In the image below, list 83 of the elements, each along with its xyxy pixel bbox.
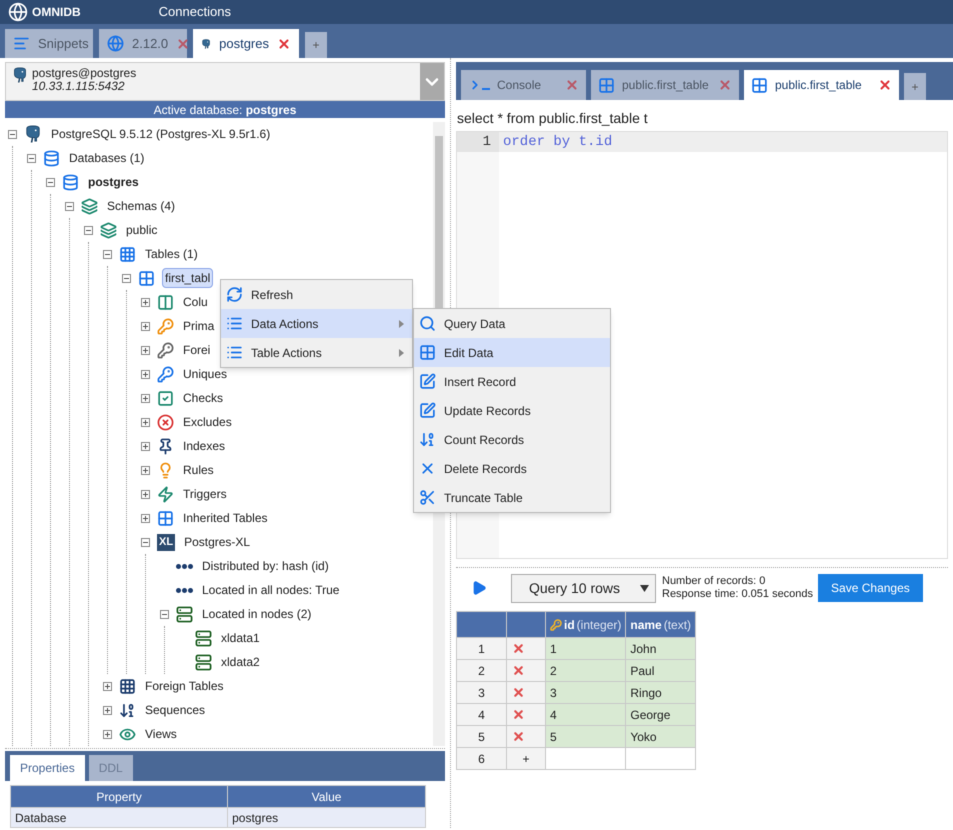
tree-item[interactable]: Foreign Tables (143, 677, 226, 695)
add-tab-button[interactable]: + (904, 73, 926, 100)
menu-item[interactable]: Table Actions (221, 338, 412, 367)
table-cell[interactable]: Yoko (626, 726, 696, 748)
response-time: Response time: 0.051 seconds (662, 588, 814, 601)
tree-item[interactable]: first_tabl (162, 268, 214, 288)
tree-item[interactable]: Rules (181, 461, 216, 479)
column-type: (text) (664, 616, 692, 634)
tab-label: Snippets (38, 34, 89, 53)
column-name: id (564, 616, 575, 634)
tree-item[interactable]: Prima (181, 317, 216, 335)
table-cell[interactable]: George (626, 704, 696, 726)
connection-address: 10.33.1.115:5432 (32, 80, 125, 93)
tree-item[interactable]: Inherited Tables (181, 509, 270, 527)
tree-item[interactable]: Schemas (4) (105, 197, 178, 215)
table-cell[interactable]: 2 (546, 660, 626, 682)
tree-item[interactable]: Excludes (181, 413, 234, 431)
tab[interactable]: public.first_table (744, 70, 899, 100)
row-number: 5 (456, 726, 506, 748)
menu-item[interactable]: Refresh (221, 280, 412, 309)
row-limit-dropdown[interactable]: Query 10 rows (511, 574, 656, 602)
connection-name: postgres@postgres (32, 67, 136, 80)
xl-badge: XL (157, 534, 176, 550)
tree-item[interactable]: Triggers (181, 485, 229, 503)
table-cell[interactable]: 3 (546, 682, 626, 704)
column-name: name (630, 616, 662, 634)
tree-item[interactable]: Tables (1) (143, 245, 200, 263)
records-count: Number of records: 0 (662, 575, 766, 588)
table-cell[interactable]: 5 (546, 726, 626, 748)
tab-label: public.first_table (775, 77, 863, 94)
tree-item[interactable]: postgres (86, 173, 141, 191)
menu-item[interactable]: Data Actions (221, 309, 412, 338)
tab[interactable]: 2.12.0 (99, 29, 187, 58)
tab[interactable]: Console (461, 70, 586, 100)
tab-label: public.first_table (622, 77, 710, 94)
column-header[interactable]: name (text) (626, 612, 696, 638)
tree-item[interactable]: xldata2 (219, 653, 262, 671)
table-cell[interactable]: John (626, 638, 696, 660)
table-cell[interactable]: Paul (626, 660, 696, 682)
table-cell[interactable]: Ringo (626, 682, 696, 704)
tree-item[interactable]: Checks (181, 389, 226, 407)
row-number: 2 (456, 660, 506, 682)
tree-item[interactable]: public (124, 221, 160, 239)
table-cell: Database (10, 808, 228, 828)
row-number: 4 (456, 704, 506, 726)
tab[interactable]: Snippets (5, 29, 93, 58)
tab-label: Console (497, 77, 542, 94)
tree-item[interactable]: Databases (1) (67, 149, 146, 167)
table-cell[interactable]: 4 (546, 704, 626, 726)
line-number: 1 (457, 132, 499, 152)
row-number: 3 (456, 682, 506, 704)
tab[interactable]: public.first_table (591, 70, 739, 100)
tree-item[interactable]: Located in nodes (2) (200, 605, 314, 623)
tab-label: postgres (219, 34, 269, 53)
tree-item[interactable]: Sequences (143, 701, 208, 719)
tree-item[interactable]: Views (143, 725, 179, 743)
add-tab-button[interactable]: + (305, 32, 327, 58)
app-name: OMNIDB (32, 4, 81, 21)
tree-item[interactable]: xldata1 (219, 629, 262, 647)
tab[interactable]: postgres (193, 29, 299, 58)
tree-item[interactable]: Uniques (181, 365, 230, 383)
column-type: (integer) (576, 616, 622, 634)
query-text: select * from public.first_table t (457, 109, 649, 128)
table-cell: postgres (228, 808, 426, 828)
active-database-label: Active database: postgres (154, 102, 296, 118)
save-changes-button[interactable]: Save Changes (818, 574, 923, 602)
row-number: 6 (456, 748, 506, 770)
row-number: 1 (456, 638, 506, 660)
tab[interactable]: Properties (10, 755, 85, 781)
tree-item[interactable]: PostgreSQL 9.5.12 (Postgres-XL 9.5r1.6) (49, 125, 272, 143)
menu-item[interactable]: Edit Data (414, 338, 610, 367)
tree-item[interactable]: Distributed by: hash (id) (200, 557, 331, 575)
tab-label: 2.12.0 (132, 34, 168, 53)
column-header[interactable]: id (integer) (546, 612, 626, 638)
tree-item[interactable]: Postgres-XL (182, 533, 252, 551)
tree-item[interactable]: Forei (181, 341, 212, 359)
column-header: Value (228, 786, 426, 808)
menu-item[interactable]: Connections (158, 2, 231, 22)
tree-item[interactable]: Colu (181, 293, 210, 311)
column-header: Property (10, 786, 228, 808)
table-cell[interactable]: 1 (546, 638, 626, 660)
tree-item[interactable]: Indexes (181, 437, 228, 455)
tree-item[interactable]: Located in all nodes: True (200, 581, 342, 599)
